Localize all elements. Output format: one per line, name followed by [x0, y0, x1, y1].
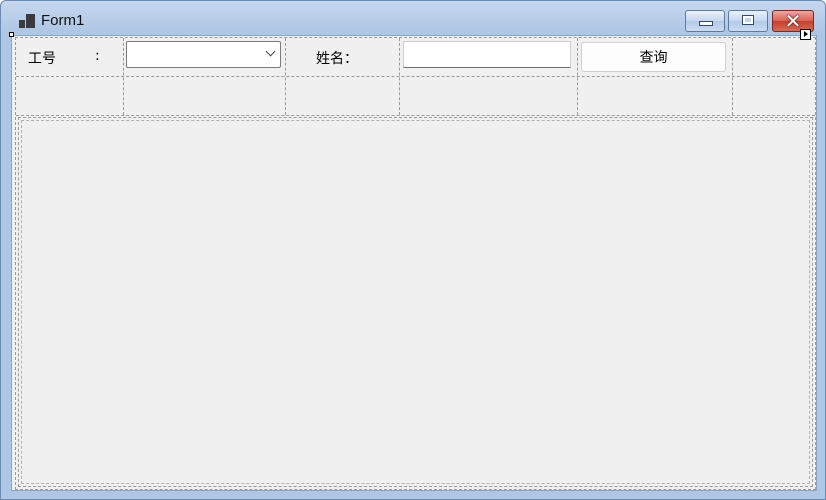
results-panel[interactable]: [18, 117, 813, 487]
title-bar[interactable]: Form1 ✕: [1, 1, 825, 35]
layout-row-divider: [16, 115, 815, 116]
employee-id-label: 工号: [28, 51, 56, 67]
window-title: Form1: [41, 12, 85, 29]
employee-id-combobox[interactable]: [126, 41, 281, 68]
maximize-button[interactable]: [728, 10, 768, 32]
table-layout-panel[interactable]: 工号 : 姓名： 查询: [15, 37, 816, 490]
smart-tag-icon[interactable]: [800, 29, 811, 40]
minimize-button[interactable]: [685, 10, 725, 32]
results-panel-inner: [21, 120, 810, 484]
name-label: 姓名：: [316, 51, 358, 67]
chevron-down-icon[interactable]: [265, 46, 276, 57]
name-input[interactable]: [403, 41, 571, 68]
query-button[interactable]: 查询: [581, 42, 726, 72]
selection-handle[interactable]: [9, 32, 14, 37]
employee-id-colon: :: [95, 48, 100, 64]
minimize-icon: [699, 21, 713, 26]
form1-window: Form1 ✕ 工号 : 姓名： 查询: [0, 0, 826, 500]
layout-row-divider: [16, 76, 815, 77]
maximize-icon: [742, 15, 754, 25]
app-icon: [19, 14, 35, 28]
